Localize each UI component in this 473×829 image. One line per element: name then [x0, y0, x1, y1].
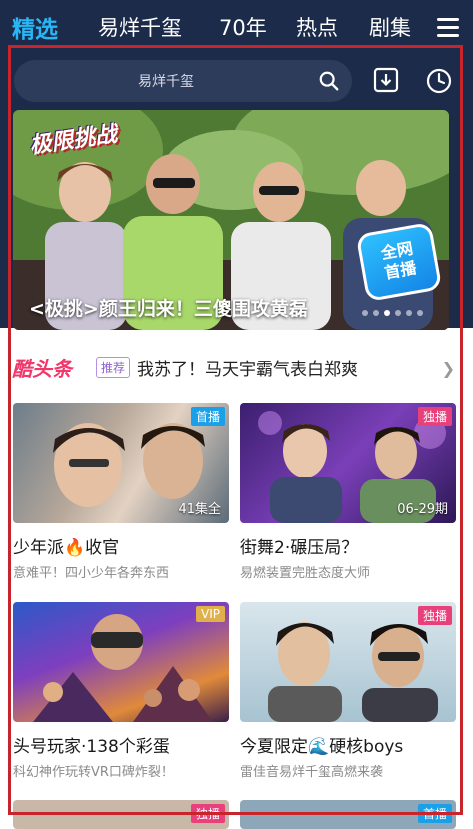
episode-count: 06-29期	[397, 502, 448, 517]
premiere-badge: 首播	[190, 407, 225, 426]
video-card[interactable]: VIP 头号玩家·138个彩蛋 科幻神作玩转VR口碑炸裂！	[13, 602, 229, 780]
history-icon[interactable]	[424, 66, 454, 96]
hamburger-menu-icon[interactable]	[437, 18, 459, 38]
video-thumbnail[interactable]: VIP	[13, 602, 229, 722]
card-title[interactable]: 头号玩家·138个彩蛋	[13, 732, 229, 757]
card-subtitle: 易燃装置完胜态度大师	[240, 566, 371, 581]
video-thumbnail[interactable]: 独播 06-29期	[240, 403, 456, 523]
card-subtitle: 意难平！四小少年各奔东西	[13, 566, 170, 581]
tab-hot[interactable]: 热点	[296, 12, 338, 42]
video-thumbnail[interactable]: 首播 41集全	[13, 403, 229, 523]
video-card[interactable]: 独播	[13, 800, 229, 829]
card-title[interactable]: 街舞2·碾压局？	[240, 533, 456, 558]
video-thumbnail[interactable]: 首播	[240, 800, 456, 829]
chevron-right-icon[interactable]: ❯	[442, 359, 455, 378]
premiere-badge: 首播	[417, 804, 452, 823]
tab-yiyang-qianxi[interactable]: 易烊千玺	[98, 12, 182, 42]
carousel-indicator	[362, 310, 423, 316]
premiere-badge: 全网 首播	[355, 221, 443, 303]
search-placeholder: 易烊千玺	[138, 74, 194, 90]
video-card[interactable]: 独播 今夏限定🌊硬核boys 雷佳音易烊千玺高燃来袭	[240, 602, 456, 780]
card-subtitle: 雷佳音易烊千玺高燃来袭	[240, 765, 384, 780]
tab-featured[interactable]: 精选	[12, 10, 58, 44]
tab-70-years[interactable]: 70年	[219, 12, 267, 42]
video-card[interactable]: 首播 41集全 少年派🔥收官 意难平！四小少年各奔东西	[13, 403, 229, 581]
top-nav-bar: 精选 易烊千玺 70年 热点 剧集	[0, 0, 473, 58]
carousel-dot[interactable]	[373, 310, 379, 316]
carousel-dot[interactable]	[362, 310, 368, 316]
video-thumbnail[interactable]: 独播	[240, 602, 456, 722]
card-title[interactable]: 少年派🔥收官	[13, 533, 229, 558]
search-icon[interactable]	[318, 70, 340, 92]
exclusive-badge: 独播	[190, 804, 225, 823]
card-title[interactable]: 今夏限定🌊硬核boys	[240, 732, 456, 757]
tab-series[interactable]: 剧集	[369, 12, 411, 42]
carousel-dot[interactable]	[417, 310, 423, 316]
recommend-tag: 推荐	[96, 357, 131, 378]
video-thumbnail[interactable]: 独播	[13, 800, 229, 829]
banner-caption: <极挑>颜王归来！三傻围攻黄磊	[29, 298, 308, 320]
hero-banner[interactable]: 极限挑战 全网 首播 <极挑>颜王归来！三傻围攻黄磊	[13, 110, 449, 330]
video-card[interactable]: 独播 06-29期 街舞2·碾压局？ 易燃装置完胜态度大师	[240, 403, 456, 581]
download-icon[interactable]	[372, 66, 400, 94]
vip-badge: VIP	[196, 606, 225, 622]
headline-text[interactable]: 我苏了！马天宇霸气表白郑爽	[137, 355, 358, 380]
headline-brand-logo: 酷头条	[12, 357, 72, 381]
carousel-dot-active[interactable]	[384, 310, 390, 316]
episode-count: 41集全	[178, 502, 221, 517]
carousel-dot[interactable]	[406, 310, 412, 316]
search-bar[interactable]: 易烊千玺	[14, 60, 352, 102]
video-card[interactable]: 首播	[240, 800, 456, 829]
exclusive-badge: 独播	[417, 407, 452, 426]
headline-row[interactable]: 酷头条 推荐 我苏了！马天宇霸气表白郑爽 ❯	[0, 345, 473, 391]
exclusive-badge: 独播	[417, 606, 452, 625]
carousel-dot[interactable]	[395, 310, 401, 316]
card-subtitle: 科幻神作玩转VR口碑炸裂！	[13, 765, 174, 780]
